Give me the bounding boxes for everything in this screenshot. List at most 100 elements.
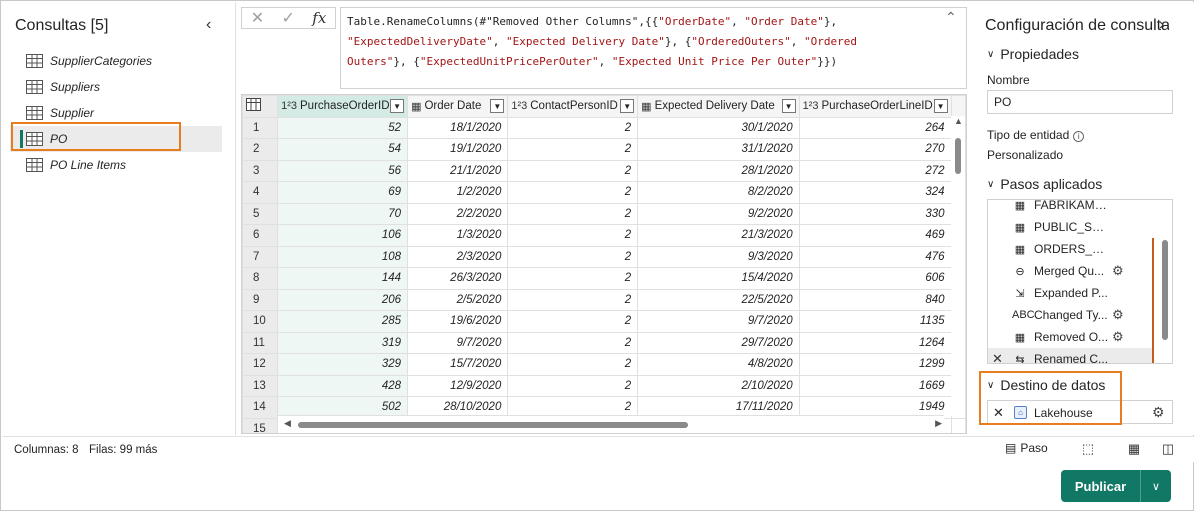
table-cell[interactable]: 106 — [277, 224, 409, 247]
publish-button[interactable]: Publicar — [1061, 470, 1141, 502]
table-cell[interactable]: 324 — [798, 181, 952, 204]
expand-chevron-icon[interactable]: › — [1159, 16, 1164, 34]
delete-step-icon[interactable]: ✕ — [992, 351, 1003, 363]
row-number[interactable]: 8 — [242, 267, 279, 290]
table-cell[interactable]: 1264 — [798, 331, 952, 354]
query-item[interactable]: SupplierCategories — [10, 48, 222, 74]
table-cell[interactable]: 285 — [277, 310, 409, 333]
table-row[interactable]: 6 106 1/3/2020 2 21/3/2020 469 — [242, 224, 966, 247]
table-cell[interactable]: 9/3/2020 — [637, 245, 800, 268]
gear-icon[interactable]: ⚙ — [1112, 329, 1124, 345]
applied-step[interactable]: ▦ PUBLIC_Sch... — [988, 216, 1154, 238]
column-filter-dropdown-icon[interactable]: ▼ — [781, 99, 796, 114]
table-cell[interactable]: 21/3/2020 — [637, 224, 800, 247]
table-cell[interactable]: 9/2/2020 — [637, 202, 800, 225]
table-cell[interactable]: 264 — [798, 116, 952, 139]
table-cell[interactable]: 840 — [798, 288, 952, 311]
table-cell[interactable]: 9/7/2020 — [637, 310, 800, 333]
row-number[interactable]: 3 — [242, 159, 279, 182]
cancel-formula-icon[interactable]: ✕ — [251, 8, 264, 28]
schema-view-icon[interactable]: ◫ — [1159, 441, 1177, 458]
applied-step[interactable]: ⊖ Merged Qu... ⚙ — [988, 260, 1154, 282]
table-cell[interactable]: 1669 — [798, 374, 952, 397]
table-cell[interactable]: 2 — [507, 138, 639, 161]
table-cell[interactable]: 18/1/2020 — [407, 116, 509, 139]
applied-step[interactable]: ▦ FABRIKAM_... — [988, 200, 1154, 216]
column-header[interactable]: 1²3 PurchaseOrderLineID ▼ — [798, 95, 952, 118]
table-row[interactable]: 13 428 12/9/2020 2 2/10/2020 1669 — [242, 374, 966, 397]
horizontal-scroll-thumb[interactable] — [298, 422, 688, 428]
column-header[interactable]: 1²3 PurchaseOrderID ▼ — [277, 95, 409, 118]
row-number[interactable]: 15 — [242, 417, 279, 433]
table-cell[interactable]: 2 — [507, 116, 639, 139]
table-cell[interactable]: 476 — [798, 245, 952, 268]
table-cell[interactable]: 70 — [277, 202, 409, 225]
table-cell[interactable]: 15/4/2020 — [637, 267, 800, 290]
fx-icon[interactable]: fx — [312, 9, 326, 27]
table-cell[interactable]: 2 — [507, 288, 639, 311]
publish-options-chevron-icon[interactable]: ∨ — [1141, 470, 1171, 502]
table-row[interactable]: 1 52 18/1/2020 2 30/1/2020 264 — [242, 116, 966, 139]
steps-scroll-thumb[interactable] — [1162, 240, 1168, 340]
table-cell[interactable]: 2 — [507, 159, 639, 182]
column-filter-dropdown-icon[interactable]: ▼ — [620, 99, 635, 114]
column-header[interactable]: 1²3 ContactPersonID ▼ — [507, 95, 639, 118]
table-cell[interactable]: 8/2/2020 — [637, 181, 800, 204]
table-cell[interactable]: 29/7/2020 — [637, 331, 800, 354]
table-cell[interactable]: 2/2/2020 — [407, 202, 509, 225]
table-row[interactable]: 8 144 26/3/2020 2 15/4/2020 606 — [242, 267, 966, 290]
table-view-icon[interactable]: ▦ — [1125, 441, 1143, 458]
table-cell[interactable]: 9/7/2020 — [407, 331, 509, 354]
column-header[interactable]: ▦ Order Date ▼ — [407, 95, 509, 118]
table-cell[interactable]: 272 — [798, 159, 952, 182]
row-number[interactable]: 10 — [242, 310, 279, 333]
row-number[interactable]: 9 — [242, 288, 279, 311]
row-number[interactable]: 12 — [242, 353, 279, 376]
scroll-left-icon[interactable]: ◀ — [284, 418, 291, 429]
row-number[interactable]: 7 — [242, 245, 279, 268]
table-cell[interactable]: 54 — [277, 138, 409, 161]
row-number[interactable]: 14 — [242, 396, 279, 419]
scroll-right-icon[interactable]: ▶ — [935, 418, 942, 429]
applied-step[interactable]: ABC Changed Ty... ⚙ — [988, 304, 1154, 326]
table-cell[interactable]: 469 — [798, 224, 952, 247]
collapse-chevron-icon[interactable]: ‹ — [206, 16, 222, 36]
applied-step[interactable]: ✕ ⇆ Renamed C... — [988, 348, 1154, 363]
table-cell[interactable]: 2 — [507, 331, 639, 354]
table-cell[interactable]: 606 — [798, 267, 952, 290]
table-cell[interactable]: 4/8/2020 — [637, 353, 800, 376]
applied-steps-section-header[interactable]: ∨ Pasos aplicados — [987, 176, 1102, 192]
table-cell[interactable]: 2 — [507, 374, 639, 397]
table-cell[interactable]: 15/7/2020 — [407, 353, 509, 376]
table-cell[interactable]: 270 — [798, 138, 952, 161]
column-type-icon[interactable]: ▦ — [411, 100, 421, 113]
column-type-icon[interactable]: 1²3 — [511, 100, 527, 112]
table-cell[interactable]: 30/1/2020 — [637, 116, 800, 139]
applied-step[interactable]: ▦ Removed O... ⚙ — [988, 326, 1154, 348]
table-cell[interactable]: 319 — [277, 331, 409, 354]
table-row[interactable]: 7 108 2/3/2020 2 9/3/2020 476 — [242, 245, 966, 268]
table-row[interactable]: 4 69 1/2/2020 2 8/2/2020 324 — [242, 181, 966, 204]
column-type-icon[interactable]: 1²3 — [281, 100, 297, 112]
column-filter-dropdown-icon[interactable]: ▼ — [490, 99, 505, 114]
applied-step[interactable]: ▦ ORDERS_Ta... — [988, 238, 1154, 260]
table-cell[interactable]: 2 — [507, 224, 639, 247]
row-number[interactable]: 2 — [242, 138, 279, 161]
grid-vertical-scrollbar[interactable]: ▲ — [951, 116, 965, 416]
table-cell[interactable]: 56 — [277, 159, 409, 182]
row-number[interactable]: 11 — [242, 331, 279, 354]
table-row[interactable]: 3 56 21/1/2020 2 28/1/2020 272 — [242, 159, 966, 182]
table-cell[interactable]: 31/1/2020 — [637, 138, 800, 161]
table-cell[interactable]: 206 — [277, 288, 409, 311]
table-cell[interactable]: 1/3/2020 — [407, 224, 509, 247]
table-cell[interactable]: 428 — [277, 374, 409, 397]
table-cell[interactable]: 19/1/2020 — [407, 138, 509, 161]
row-number[interactable]: 6 — [242, 224, 279, 247]
query-item[interactable]: PO Line Items — [10, 152, 222, 178]
table-cell[interactable]: 28/1/2020 — [637, 159, 800, 182]
row-number[interactable]: 4 — [242, 181, 279, 204]
table-cell[interactable]: 2 — [507, 181, 639, 204]
table-row[interactable]: 11 319 9/7/2020 2 29/7/2020 1264 — [242, 331, 966, 354]
query-item[interactable]: Suppliers — [10, 74, 222, 100]
select-all-table-icon[interactable] — [242, 95, 279, 118]
